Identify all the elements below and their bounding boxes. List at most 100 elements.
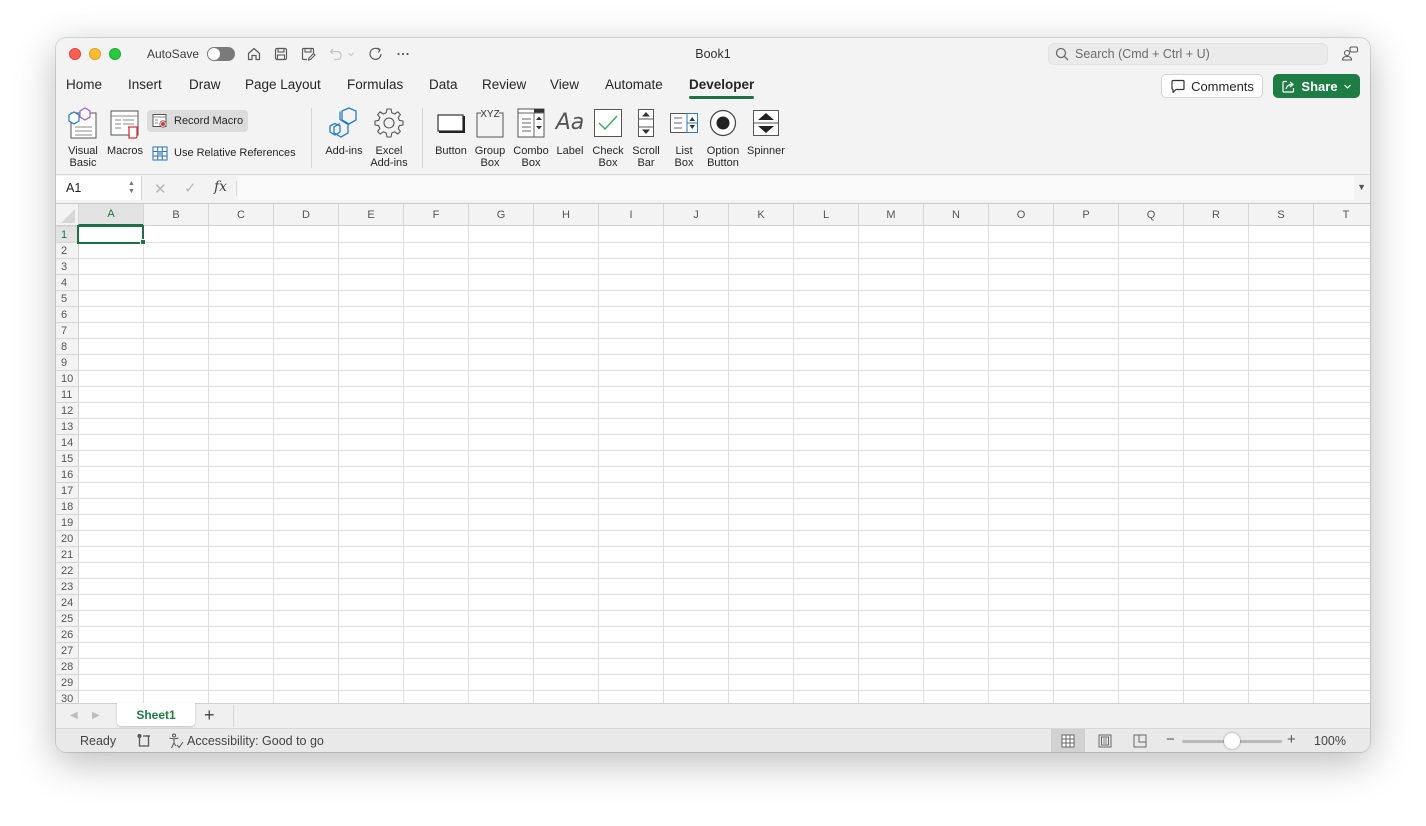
tab-view[interactable]: View xyxy=(550,77,579,92)
use-relative-references-button[interactable]: Use Relative References xyxy=(147,142,301,164)
row-header-23[interactable]: 23 xyxy=(56,578,78,594)
home-icon[interactable] xyxy=(245,45,263,63)
tab-home[interactable]: Home xyxy=(66,77,102,92)
row-header-10[interactable]: 10 xyxy=(56,370,78,386)
row-header-15[interactable]: 15 xyxy=(56,450,78,466)
column-header-f[interactable]: F xyxy=(403,204,468,226)
column-header-c[interactable]: C xyxy=(208,204,273,226)
row-header-8[interactable]: 8 xyxy=(56,338,78,354)
search-box[interactable]: Search (Cmd + Ctrl + U) xyxy=(1048,43,1328,65)
row-header-30[interactable]: 30 xyxy=(56,690,78,703)
column-header-j[interactable]: J xyxy=(663,204,728,226)
spreadsheet-grid[interactable]: ABCDEFGHIJKLMNOPQRST 1 2 3 4 5 6 7 8 9 10 11 12 13 14… xyxy=(56,203,1370,703)
undo-icon[interactable] xyxy=(327,45,345,63)
zoom-in-button[interactable]: + xyxy=(1287,731,1296,748)
row-header-26[interactable]: 26 xyxy=(56,626,78,642)
column-header-i[interactable]: I xyxy=(598,204,663,226)
list-box-control[interactable]: List Box xyxy=(667,106,701,169)
row-header-29[interactable]: 29 xyxy=(56,674,78,690)
combo-box-control[interactable]: Combo Box xyxy=(512,106,550,169)
row-header-17[interactable]: 17 xyxy=(56,482,78,498)
add-ins-button[interactable]: Add-ins xyxy=(322,106,366,157)
column-header-d[interactable]: D xyxy=(273,204,338,226)
row-header-7[interactable]: 7 xyxy=(56,322,78,338)
column-header-s[interactable]: S xyxy=(1248,204,1313,226)
row-header-20[interactable]: 20 xyxy=(56,530,78,546)
insert-function-icon[interactable]: fx xyxy=(214,179,227,195)
share-button[interactable]: Share xyxy=(1273,74,1360,98)
minimize-window-button[interactable] xyxy=(89,48,101,60)
spinner-control[interactable]: Spinner xyxy=(744,106,788,157)
row-header-18[interactable]: 18 xyxy=(56,498,78,514)
group-box-control[interactable]: XYZ Group Box xyxy=(472,106,508,169)
expand-formula-icon[interactable]: ▼ xyxy=(1357,182,1366,192)
tab-formulas[interactable]: Formulas xyxy=(347,77,403,92)
column-header-m[interactable]: M xyxy=(858,204,923,226)
macro-recording-icon[interactable] xyxy=(136,733,152,752)
excel-add-ins-button[interactable]: Excel Add-ins xyxy=(368,106,410,169)
column-header-g[interactable]: G xyxy=(468,204,533,226)
active-cell-a1[interactable] xyxy=(77,225,144,244)
column-header-n[interactable]: N xyxy=(923,204,988,226)
row-header-3[interactable]: 3 xyxy=(56,258,78,274)
scroll-bar-control[interactable]: Scroll Bar xyxy=(629,106,663,169)
row-header-27[interactable]: 27 xyxy=(56,642,78,658)
row-header-22[interactable]: 22 xyxy=(56,562,78,578)
name-box-stepper-icon[interactable]: ▲ ▼ xyxy=(128,180,135,196)
accessibility-status[interactable]: Accessibility: Good to go xyxy=(168,733,324,749)
redo-icon[interactable] xyxy=(367,45,385,63)
save-icon[interactable] xyxy=(272,45,290,63)
close-window-button[interactable] xyxy=(69,48,81,60)
column-header-k[interactable]: K xyxy=(728,204,793,226)
comments-button[interactable]: Comments xyxy=(1161,74,1263,98)
row-header-21[interactable]: 21 xyxy=(56,546,78,562)
zoom-out-button[interactable]: − xyxy=(1166,731,1175,748)
formula-input[interactable] xyxy=(238,176,1354,200)
row-header-4[interactable]: 4 xyxy=(56,274,78,290)
row-header-14[interactable]: 14 xyxy=(56,434,78,450)
column-header-l[interactable]: L xyxy=(793,204,858,226)
autosave-toggle[interactable] xyxy=(207,47,235,61)
row-header-11[interactable]: 11 xyxy=(56,386,78,402)
column-header-t[interactable]: T xyxy=(1313,204,1370,226)
select-all-button[interactable] xyxy=(56,204,78,226)
sheet-tab-sheet1[interactable]: Sheet1 xyxy=(117,703,195,726)
row-header-2[interactable]: 2 xyxy=(56,242,78,258)
page-layout-view-button[interactable] xyxy=(1088,729,1122,752)
row-header-25[interactable]: 25 xyxy=(56,610,78,626)
column-header-p[interactable]: P xyxy=(1053,204,1118,226)
column-header-a[interactable]: A xyxy=(78,204,143,226)
previous-sheet-icon[interactable]: ◀ xyxy=(70,710,78,721)
row-header-6[interactable]: 6 xyxy=(56,306,78,322)
tab-page-layout[interactable]: Page Layout xyxy=(245,77,321,92)
row-header-19[interactable]: 19 xyxy=(56,514,78,530)
label-control[interactable]: Aa Label xyxy=(554,106,586,158)
row-header-16[interactable]: 16 xyxy=(56,466,78,482)
name-box[interactable]: A1 ▲ ▼ xyxy=(56,176,142,200)
row-header-28[interactable]: 28 xyxy=(56,658,78,674)
fill-handle[interactable] xyxy=(140,239,146,245)
row-header-9[interactable]: 9 xyxy=(56,354,78,370)
column-header-r[interactable]: R xyxy=(1183,204,1248,226)
button-control[interactable]: Button xyxy=(432,106,470,157)
tab-review[interactable]: Review xyxy=(482,77,526,92)
normal-view-button[interactable] xyxy=(1051,729,1085,752)
more-icon[interactable] xyxy=(394,45,412,63)
zoom-level[interactable]: 100% xyxy=(1314,734,1346,748)
option-button-control[interactable]: Option Button xyxy=(704,106,742,169)
visual-basic-button[interactable]: Visual Basic xyxy=(66,106,100,169)
check-box-control[interactable]: Check Box xyxy=(591,106,625,169)
row-header-13[interactable]: 13 xyxy=(56,418,78,434)
row-header-1[interactable]: 1 xyxy=(56,226,78,242)
tab-automate[interactable]: Automate xyxy=(605,77,663,92)
row-header-24[interactable]: 24 xyxy=(56,594,78,610)
row-header-12[interactable]: 12 xyxy=(56,402,78,418)
tab-draw[interactable]: Draw xyxy=(189,77,221,92)
column-header-b[interactable]: B xyxy=(143,204,208,226)
column-header-e[interactable]: E xyxy=(338,204,403,226)
tab-data[interactable]: Data xyxy=(429,77,458,92)
maximize-window-button[interactable] xyxy=(109,48,121,60)
tab-insert[interactable]: Insert xyxy=(128,77,162,92)
next-sheet-icon[interactable]: ▶ xyxy=(92,710,100,721)
save-as-icon[interactable] xyxy=(299,45,317,63)
